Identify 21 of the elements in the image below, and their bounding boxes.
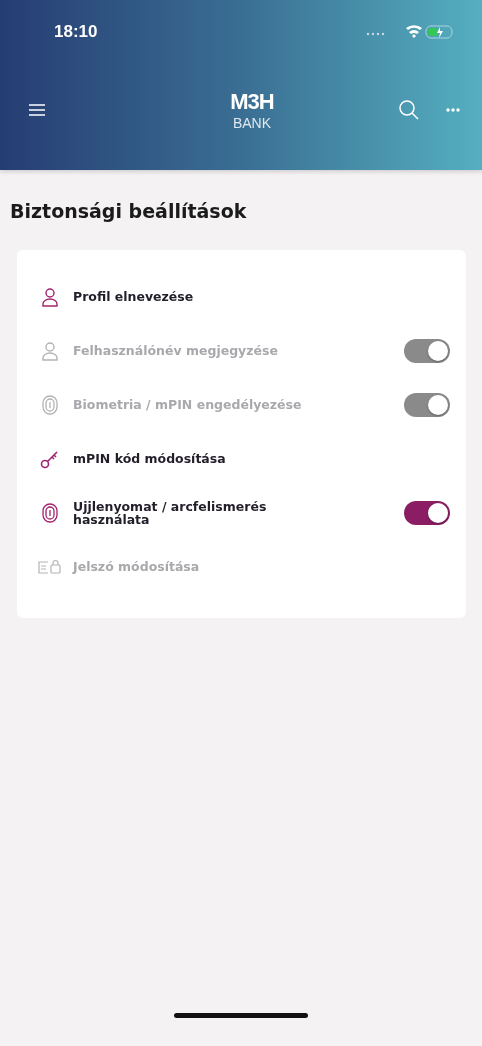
setting-label: Ujjlenyomat / arcfelismerés használata	[73, 499, 268, 527]
more-button[interactable]	[446, 108, 460, 112]
setting-label: Biometria / mPIN engedélyezése	[73, 398, 302, 412]
wifi-icon	[406, 25, 422, 38]
setting-label: Felhasználónév megjegyzése	[73, 344, 278, 358]
person-icon	[41, 341, 59, 361]
person-icon	[41, 287, 59, 307]
search-button[interactable]	[398, 99, 420, 121]
setting-label[interactable]: Profil elnevezése	[73, 290, 194, 304]
status-time: 18:10	[54, 22, 98, 42]
key-icon	[40, 449, 60, 469]
fingerprint-icon	[41, 503, 59, 523]
menu-button[interactable]	[28, 103, 46, 117]
page-title: Biztonsági beállítások	[10, 200, 248, 222]
battery-icon	[425, 25, 453, 39]
fingerprint-icon	[41, 395, 59, 415]
bank-logo: M3H BANK	[230, 89, 274, 131]
setting-label[interactable]: mPIN kód módosítása	[73, 452, 226, 466]
password-icon	[38, 559, 62, 575]
signal-icon	[366, 32, 385, 36]
toggle-switch[interactable]	[404, 501, 450, 525]
